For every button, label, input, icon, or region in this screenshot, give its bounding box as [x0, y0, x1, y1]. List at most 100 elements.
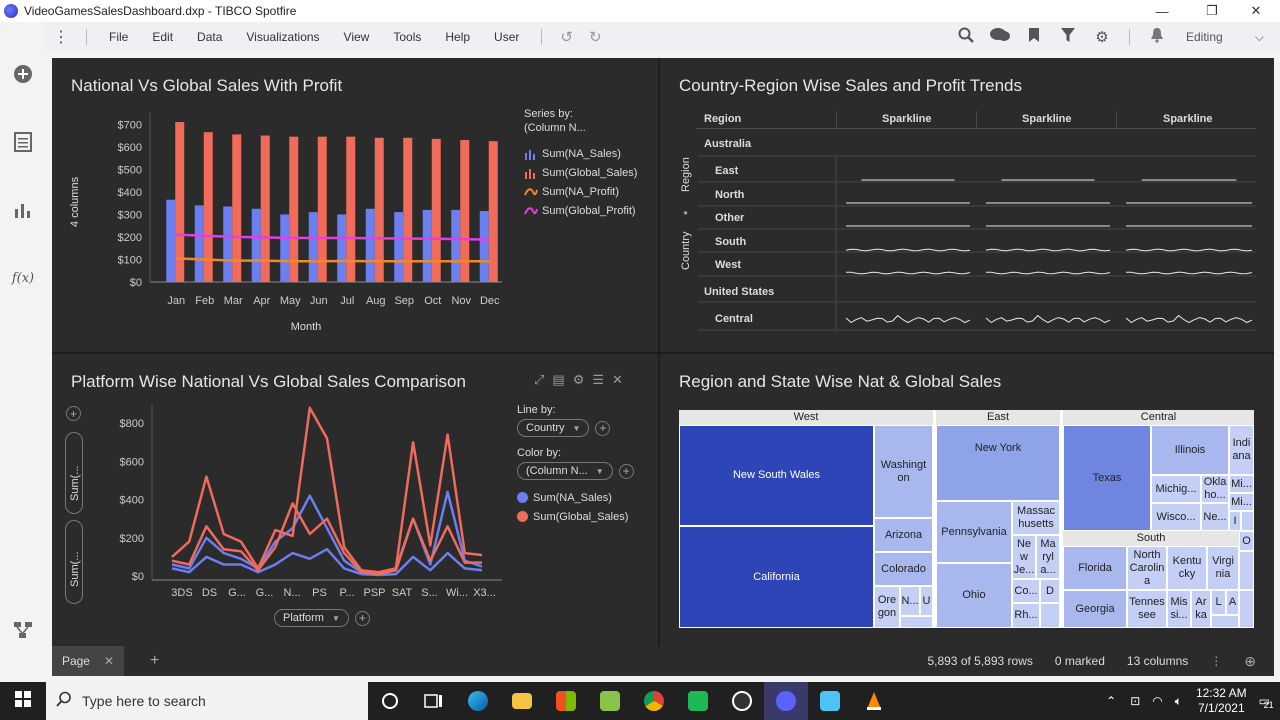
tile-maryland[interactable]: Ma ryl a... — [1036, 535, 1060, 579]
tile-georgia[interactable]: Georgia — [1063, 590, 1127, 628]
tile-massachusetts[interactable]: Massac husetts — [1012, 501, 1060, 535]
tile-new-jersey[interactable]: Ne w Je... — [1012, 535, 1036, 579]
minimize-button[interactable]: — — [1142, 0, 1182, 22]
add-line-by-icon[interactable]: + — [595, 420, 611, 436]
tile-rh[interactable]: Rh... — [1012, 603, 1040, 628]
region-west[interactable]: West — [715, 259, 741, 271]
legend-item[interactable]: Sum(Global_Profit) — [524, 201, 637, 220]
panel-region-state-treemap[interactable]: Region and State Wise Nat & Global Sales… — [660, 354, 1274, 646]
collaboration-icon[interactable] — [983, 27, 1017, 47]
country-australia[interactable]: Australia — [704, 138, 751, 150]
tile-virginia[interactable]: Virgi nia — [1207, 546, 1239, 590]
task-view-icon[interactable] — [412, 682, 456, 720]
add-x-axis-icon[interactable]: + — [354, 610, 370, 626]
notifications-bell-icon[interactable] — [1140, 27, 1174, 47]
treemap-header-west[interactable]: West — [679, 410, 933, 425]
column-header-region[interactable]: Region — [704, 113, 741, 125]
redo-icon[interactable]: ↻ — [581, 28, 610, 46]
undo-icon[interactable]: ↺ — [552, 28, 581, 46]
globe-icon[interactable]: ⊕ — [1244, 653, 1256, 670]
tile-new-york[interactable]: New York — [936, 425, 1060, 501]
color-by-pill[interactable]: (Column N... ▼ — [517, 462, 613, 480]
tile-small[interactable] — [1241, 511, 1254, 531]
tile-o[interactable]: O — [1239, 531, 1254, 551]
region-south[interactable]: South — [715, 236, 746, 248]
tile-i[interactable]: I — [1229, 511, 1241, 531]
treemap-header-central[interactable]: Central — [1063, 410, 1254, 425]
y-axis-pill[interactable]: Sum(... — [65, 432, 83, 514]
restore-button[interactable]: ❐ — [1192, 0, 1232, 22]
network-icon[interactable]: ⊡ — [1130, 694, 1140, 708]
treemap[interactable]: West East Central New South Wales Califo… — [679, 410, 1254, 628]
tile-ohio[interactable]: Ohio — [936, 563, 1012, 628]
legend-item[interactable]: Sum(NA_Sales) — [517, 488, 634, 507]
tile-pennsylvania[interactable]: Pennsylvania — [936, 501, 1012, 563]
tile-mi[interactable]: Mi... — [1229, 493, 1254, 511]
country-united-states[interactable]: United States — [704, 286, 774, 298]
tile-oregon[interactable]: Ore gon — [874, 586, 900, 628]
notepad-icon[interactable] — [588, 682, 632, 720]
menu-view[interactable]: View — [332, 30, 382, 44]
tile-kentucky[interactable]: Kentu cky — [1167, 546, 1207, 590]
tile-wisconsin[interactable]: Wisco... — [1151, 503, 1201, 531]
tile-small[interactable] — [1211, 615, 1239, 628]
filter-icon[interactable] — [1051, 27, 1085, 47]
tile-florida[interactable]: Florida — [1063, 546, 1127, 590]
data-functions-icon[interactable]: f(x) — [11, 266, 35, 290]
tile-mi[interactable]: Mi... — [1229, 475, 1254, 493]
menu-edit[interactable]: Edit — [140, 30, 185, 44]
legend-item[interactable]: Sum(Global_Sales) — [517, 507, 634, 526]
visualization-types-icon[interactable] — [11, 198, 35, 222]
column-header-sparkline[interactable]: Sparkline — [1163, 113, 1213, 125]
spotfire-taskbar-icon[interactable] — [764, 682, 808, 720]
add-color-by-icon[interactable]: + — [618, 463, 634, 479]
region-north[interactable]: North — [715, 189, 744, 201]
volume-icon[interactable]: 🔈︎ — [1175, 694, 1182, 709]
wifi-icon[interactable]: ◠ — [1152, 694, 1162, 708]
x-axis-pill[interactable]: Platform ▼ — [274, 609, 349, 627]
settings-gear-icon[interactable]: ⚙ — [1085, 28, 1119, 46]
tile-u[interactable]: U — [920, 586, 933, 616]
add-page-icon[interactable]: + — [150, 652, 159, 670]
column-header-sparkline[interactable]: Sparkline — [882, 113, 932, 125]
edge-browser-icon[interactable] — [456, 682, 500, 720]
region-east[interactable]: East — [715, 165, 738, 177]
menu-data[interactable]: Data — [185, 30, 234, 44]
tile-oklahoma[interactable]: Okla ho... — [1201, 475, 1229, 503]
tile-n[interactable]: N... — [900, 586, 920, 616]
notification-center-icon[interactable]: ▭ 21 — [1259, 694, 1274, 710]
data-canvas-icon[interactable] — [11, 618, 35, 642]
chevron-up-icon[interactable]: ⌃ — [1106, 694, 1116, 708]
store-icon[interactable] — [544, 682, 588, 720]
panel-platform-comparison[interactable]: Platform Wise National Vs Global Sales C… — [52, 354, 658, 646]
tile-small[interactable] — [1239, 590, 1254, 628]
line-by-pill[interactable]: Country ▼ — [517, 419, 590, 437]
windows-start-icon[interactable] — [0, 690, 46, 712]
menu-help[interactable]: Help — [433, 30, 482, 44]
tile-mississippi[interactable]: Mis si... — [1167, 590, 1191, 628]
tile-north-carolina[interactable]: North Carolin a — [1127, 546, 1167, 590]
add-y-axis-icon[interactable]: + — [66, 406, 81, 421]
menu-user[interactable]: User — [482, 30, 531, 44]
tile-a[interactable]: A — [1226, 590, 1239, 615]
tile-indiana[interactable]: Indi ana — [1229, 425, 1254, 475]
tile-texas[interactable]: Texas — [1063, 425, 1151, 531]
tile-small[interactable] — [1040, 603, 1060, 628]
legend-subtitle[interactable]: (Column N... — [524, 122, 637, 134]
tile-colorado[interactable]: Colorado — [874, 552, 933, 586]
bookmark-icon[interactable] — [1017, 27, 1051, 47]
panel-national-vs-global[interactable]: National Vs Global Sales With Profit $0 $… — [52, 58, 658, 352]
legend-item[interactable]: Sum(NA_Profit) — [524, 182, 637, 201]
tile-illinois[interactable]: Illinois — [1151, 425, 1229, 475]
vlc-icon[interactable] — [852, 682, 896, 720]
chrome-icon[interactable] — [632, 682, 676, 720]
file-explorer-icon[interactable] — [500, 682, 544, 720]
tile-arizona[interactable]: Arizona — [874, 518, 933, 552]
more-menu-icon[interactable]: ⋮ — [46, 27, 76, 47]
tile-arkansas[interactable]: Ar ka — [1191, 590, 1211, 628]
taskbar-clock[interactable]: 12:32 AM 7/1/2021 — [1196, 686, 1247, 716]
obs-icon[interactable] — [720, 682, 764, 720]
files-and-data-icon[interactable] — [11, 130, 35, 154]
tile-ne[interactable]: Ne... — [1201, 503, 1229, 531]
app-icon[interactable] — [808, 682, 852, 720]
